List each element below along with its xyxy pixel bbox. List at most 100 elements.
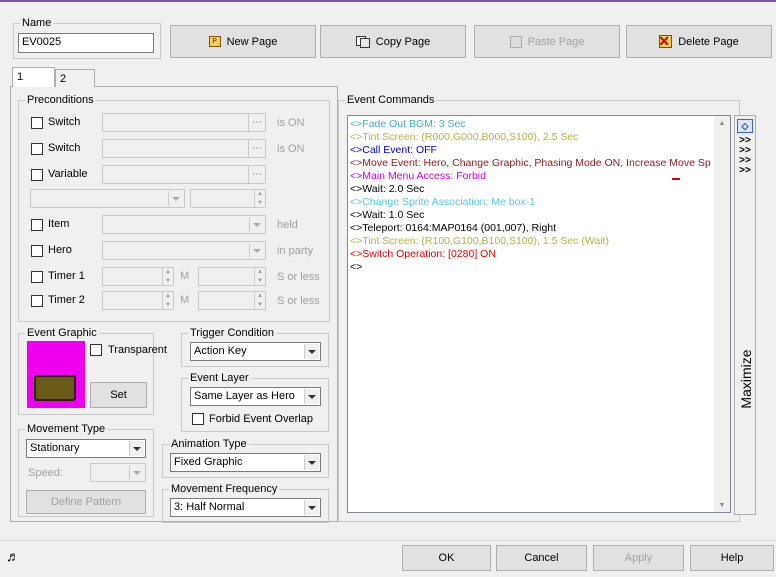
event-graphic-preview[interactable] — [27, 341, 85, 408]
maximize-chevrons: >>>>>>>> — [739, 135, 751, 176]
delete-page-button[interactable]: ✕ Delete Page — [626, 25, 772, 58]
switch2-label: Switch — [48, 142, 81, 154]
variable-checkbox[interactable] — [31, 169, 43, 181]
name-input[interactable]: EV0025 — [18, 33, 154, 53]
variable-value-stepper[interactable]: ▲ ▼ — [190, 189, 266, 208]
preconditions-title: Preconditions — [27, 94, 94, 106]
transparent-label: Transparent — [108, 344, 167, 356]
delete-page-label: Delete Page — [678, 35, 739, 48]
animation-type-select[interactable]: Fixed Graphic — [170, 453, 321, 472]
chevron-down-icon — [304, 344, 319, 359]
set-graphic-button[interactable]: Set — [90, 382, 147, 408]
trigger-condition-select[interactable]: Action Key — [190, 342, 321, 361]
command-line[interactable]: <>Teleport: 0164:MAP0164 (001,007), Righ… — [348, 222, 730, 235]
item-select[interactable] — [102, 215, 266, 234]
browse-icon: ⋯ — [248, 114, 265, 131]
command-line[interactable]: <>Tint Screen: (R000,G000,B000,S100), 2.… — [348, 131, 730, 144]
delete-page-icon: ✕ — [658, 34, 673, 48]
scroll-up-icon[interactable]: ▲ — [714, 116, 730, 130]
event-layer-select[interactable]: Same Layer as Hero — [190, 387, 321, 406]
hero-checkbox[interactable] — [31, 245, 43, 257]
variable-field[interactable]: ⋯ — [102, 165, 266, 184]
copy-page-label: Copy Page — [375, 35, 431, 48]
command-line[interactable]: <>Main Menu Access: Forbid — [348, 170, 730, 183]
new-page-label: New Page — [226, 35, 278, 48]
define-pattern-button[interactable]: Define Pattern — [26, 490, 146, 514]
copy-page-icon — [355, 35, 370, 48]
footer-divider — [0, 540, 776, 541]
timer1-checkbox[interactable] — [31, 271, 43, 283]
chevron-down-icon — [304, 389, 319, 404]
switch1-label: Switch — [48, 116, 81, 128]
tab-page-2[interactable]: 2 — [55, 69, 95, 87]
maximize-tab[interactable]: ◇ >>>>>>>> Maximize — [734, 115, 756, 515]
spin-icon: ▲ ▼ — [254, 190, 265, 207]
maximize-icon: ◇ — [737, 119, 753, 133]
scroll-down-icon[interactable]: ▼ — [714, 498, 730, 512]
timer2-checkbox[interactable] — [31, 295, 43, 307]
chevron-down-icon — [168, 191, 183, 206]
switch1-is-on-label: is ON — [277, 117, 305, 129]
timer1-s-or-less-label: S or less — [277, 271, 320, 283]
copy-page-button[interactable]: Copy Page — [320, 25, 466, 58]
chevron-down-icon — [249, 217, 264, 232]
movement-frequency-title: Movement Frequency — [171, 483, 278, 495]
music-icon[interactable]: ♬ — [6, 548, 20, 564]
animation-type-value: Fixed Graphic — [174, 456, 243, 468]
item-checkbox[interactable] — [31, 219, 43, 231]
command-line[interactable]: <>Fade Out BGM: 3 Sec — [348, 118, 730, 131]
switch2-field[interactable]: ⋯ — [102, 139, 266, 158]
paste-page-icon — [509, 35, 522, 48]
help-button[interactable]: Help — [690, 545, 774, 571]
timer1-seconds-stepper[interactable]: ▲ ▼ — [198, 267, 266, 286]
variable-operator-select[interactable] — [30, 189, 185, 208]
item-label: Item — [48, 218, 70, 230]
movement-frequency-select[interactable]: 3: Half Normal — [170, 498, 321, 517]
command-line[interactable]: <>Change Sprite Association: Me box-1 — [348, 196, 730, 209]
trigger-condition-title: Trigger Condition — [190, 327, 274, 339]
command-line[interactable]: <>Switch Operation: [0280] ON — [348, 248, 730, 261]
speed-select[interactable] — [90, 463, 146, 482]
event-layer-value: Same Layer as Hero — [194, 390, 295, 402]
event-commands-list[interactable]: <>Fade Out BGM: 3 Sec <>Tint Screen: (R00… — [347, 115, 731, 513]
chevron-down-icon — [249, 243, 264, 258]
timer2-m-label: M — [180, 294, 190, 306]
switch2-checkbox[interactable] — [31, 143, 43, 155]
ok-button[interactable]: OK — [402, 545, 491, 571]
cancel-button[interactable]: Cancel — [496, 545, 587, 571]
apply-button[interactable]: Apply — [593, 545, 684, 571]
command-line[interactable]: <>Move Event: Hero, Change Graphic, Phas… — [348, 157, 730, 170]
hero-in-party-label: in party — [277, 245, 314, 257]
timer1-label: Timer 1 — [48, 270, 85, 282]
paste-page-button[interactable]: Paste Page — [474, 25, 620, 58]
chevron-down-icon — [304, 500, 319, 515]
event-layer-title: Event Layer — [190, 372, 249, 384]
spin-icon: ▲ ▼ — [162, 268, 173, 285]
command-line[interactable]: <>Wait: 2.0 Sec — [348, 183, 730, 196]
box-sprite-icon — [34, 375, 76, 401]
define-pattern-label: Define Pattern — [50, 496, 122, 508]
hero-label: Hero — [48, 244, 72, 256]
switch1-field[interactable]: ⋯ — [102, 113, 266, 132]
event-commands-title: Event Commands — [347, 94, 435, 106]
timer1-minutes-stepper[interactable]: ▲ ▼ — [102, 267, 174, 286]
command-line[interactable]: <>Wait: 1.0 Sec — [348, 209, 730, 222]
commands-scrollbar[interactable]: ▲ ▼ — [714, 116, 730, 512]
timer2-seconds-stepper[interactable]: ▲ ▼ — [198, 291, 266, 310]
movement-type-value: Stationary — [30, 442, 80, 454]
command-line[interactable]: <>Call Event: OFF — [348, 144, 730, 157]
hero-select[interactable] — [102, 241, 266, 260]
event-graphic-title: Event Graphic — [27, 327, 97, 339]
new-page-button[interactable]: P New Page — [170, 25, 316, 58]
animation-type-title: Animation Type — [171, 438, 247, 450]
command-line[interactable]: <> — [348, 261, 730, 274]
tab-page-1[interactable]: 1 — [12, 67, 55, 87]
movement-type-select[interactable]: Stationary — [26, 439, 146, 458]
switch2-is-on-label: is ON — [277, 143, 305, 155]
timer2-minutes-stepper[interactable]: ▲ ▼ — [102, 291, 174, 310]
command-line[interactable]: <>Tint Screen: (R100,G100,B100,S100), 1.… — [348, 235, 730, 248]
transparent-checkbox[interactable] — [90, 344, 102, 356]
cancel-label: Cancel — [524, 552, 559, 564]
forbid-overlap-checkbox[interactable] — [192, 413, 204, 425]
switch1-checkbox[interactable] — [31, 117, 43, 129]
